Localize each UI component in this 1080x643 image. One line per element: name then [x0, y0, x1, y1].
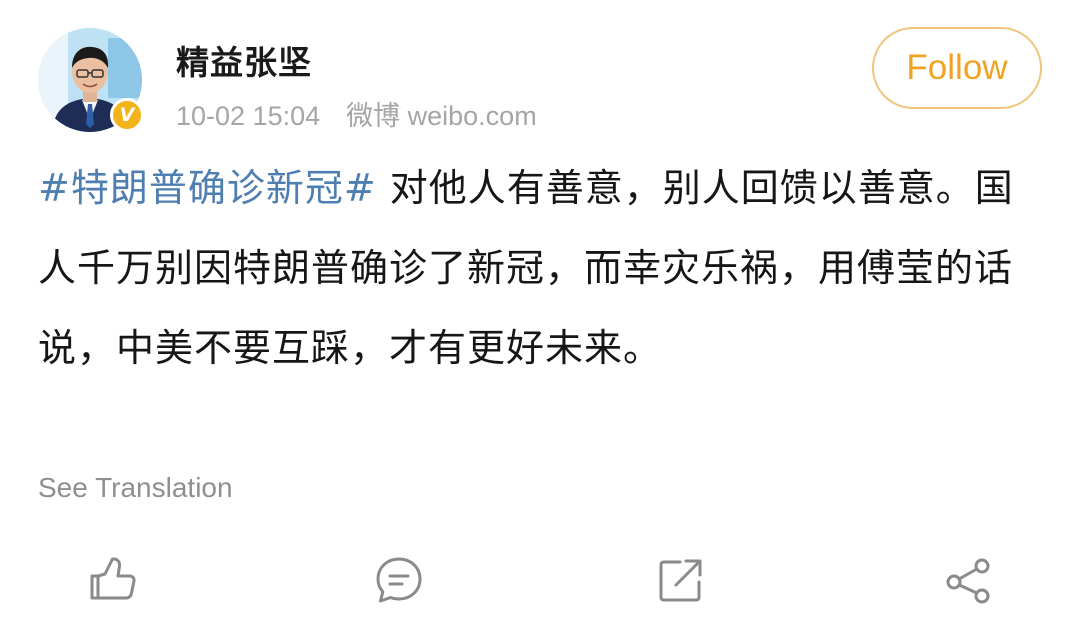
- share-button[interactable]: [940, 552, 996, 608]
- see-translation-link[interactable]: See Translation: [38, 472, 233, 504]
- username[interactable]: 精益张坚: [176, 36, 312, 84]
- user-avatar-container[interactable]: V: [38, 28, 144, 132]
- follow-button[interactable]: Follow: [872, 27, 1042, 109]
- repost-icon: [659, 559, 702, 602]
- post-timestamp: 10-02 15:04: [176, 101, 321, 131]
- hashtag-link[interactable]: #特朗普确诊新冠#: [38, 166, 377, 210]
- post-meta: 10-02 15:04 微博 weibo.com: [176, 94, 537, 133]
- post-body: #特朗普确诊新冠# 对他人有善意，别人回馈以善意。国人千万别因特朗普确诊了新冠，…: [38, 148, 1028, 388]
- share-icon: [946, 558, 990, 604]
- thumbs-up-icon: [90, 557, 136, 600]
- like-button[interactable]: [84, 552, 140, 608]
- comment-button[interactable]: [371, 552, 427, 608]
- post-source: 微博 weibo.com: [346, 101, 537, 131]
- comment-icon: [376, 557, 422, 603]
- repost-button[interactable]: [652, 552, 708, 608]
- verified-badge-icon: V: [110, 98, 144, 132]
